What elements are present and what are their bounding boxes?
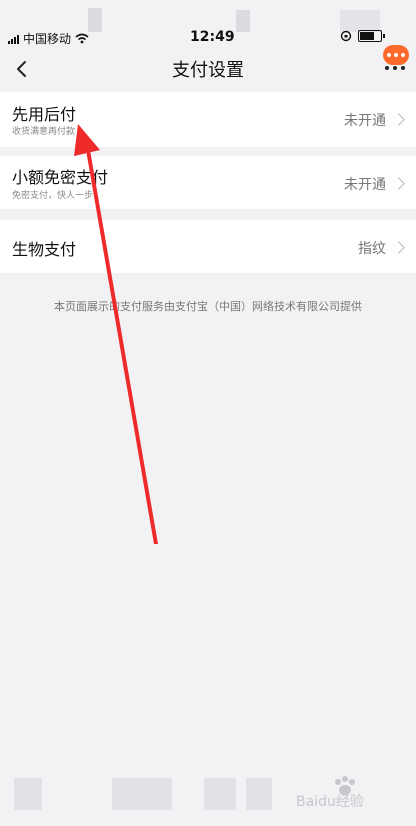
row-title: 先用后付 xyxy=(12,105,77,124)
clock: 12:49 xyxy=(190,29,235,45)
blur-mask xyxy=(246,778,272,810)
row-small-amount-password-free[interactable]: 小额免密支付 免密支付，快人一步 未开通 xyxy=(0,156,416,209)
row-biometric-pay[interactable]: 生物支付 指纹 xyxy=(0,220,416,273)
row-value: 未开通 xyxy=(344,177,386,193)
carrier-name: 中国移动 xyxy=(23,32,72,46)
blur-mask xyxy=(340,10,380,32)
page-title: 支付设置 xyxy=(172,60,244,81)
signal-icon xyxy=(8,34,19,44)
row-value: 未开通 xyxy=(344,113,386,129)
watermark-text: Baidu经验 xyxy=(296,794,364,810)
row-pay-later[interactable]: 先用后付 收货满意再付款 未开通 xyxy=(0,92,416,147)
baidu-watermark: Baidu经验 xyxy=(296,772,396,812)
carrier: 中国移动 xyxy=(8,30,89,47)
chevron-right-icon xyxy=(392,241,405,254)
row-title: 小额免密支付 xyxy=(12,168,109,187)
blur-mask xyxy=(204,778,236,810)
row-title: 生物支付 xyxy=(12,240,77,259)
baidu-paw-icon: Baidu经验 xyxy=(296,776,364,810)
wifi-icon xyxy=(75,33,89,44)
chevron-right-icon xyxy=(392,113,405,126)
chevron-right-icon xyxy=(392,177,405,190)
blur-mask xyxy=(236,10,250,32)
blur-mask xyxy=(88,8,102,32)
blur-mask xyxy=(14,778,42,810)
status-icons xyxy=(340,30,385,42)
battery-icon xyxy=(358,30,385,42)
nav-bar: 支付设置 xyxy=(0,46,416,92)
row-value: 指纹 xyxy=(358,241,386,257)
orientation-lock-icon xyxy=(340,30,352,42)
row-subtitle: 免密支付，快人一步 xyxy=(12,191,94,201)
row-subtitle: 收货满意再付款 xyxy=(12,127,76,137)
blur-mask xyxy=(112,778,172,810)
status-bar: 中国移动 12:49 xyxy=(0,0,416,46)
provider-note: 本页面展示的支付服务由支付宝（中国）网络技术有限公司提供 xyxy=(54,300,362,313)
more-icon[interactable] xyxy=(385,66,405,70)
menu-badge-icon[interactable] xyxy=(383,45,409,65)
